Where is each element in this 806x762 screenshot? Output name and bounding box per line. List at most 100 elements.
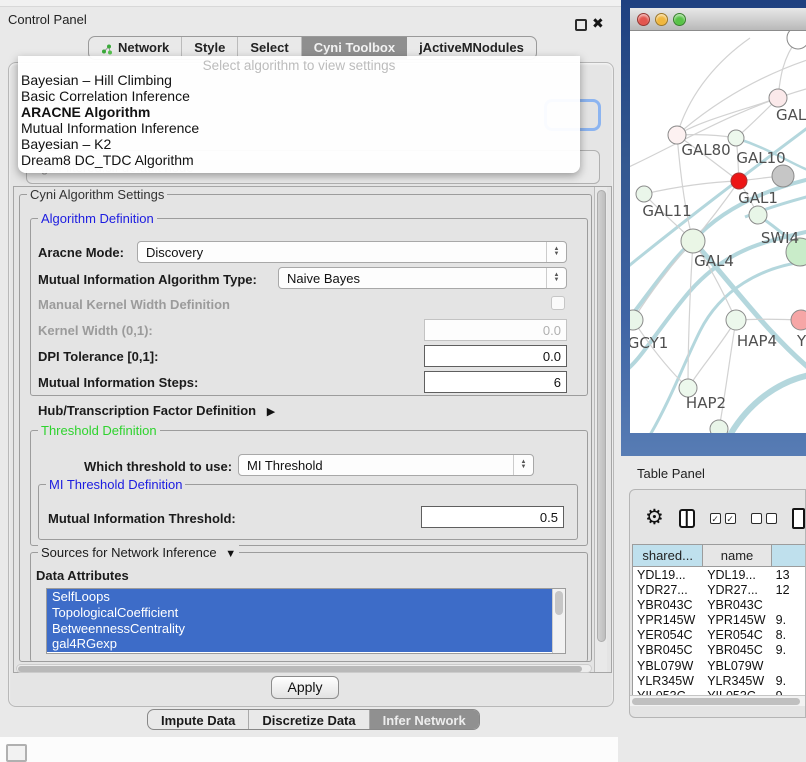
network-node-hap4[interactable]: [726, 310, 746, 330]
bottom-tab-impute-data[interactable]: Impute Data: [148, 710, 249, 729]
sources-title-text: Sources for Network Inference: [41, 545, 217, 560]
mi-type-combo[interactable]: Naive Bayes ▲▼: [278, 267, 567, 289]
document-icon[interactable]: [792, 508, 805, 529]
table-cell: YBR043C: [633, 597, 703, 612]
column-header[interactable]: shared...: [633, 545, 703, 566]
column-header[interactable]: name: [703, 545, 772, 566]
dpi-tolerance-label: DPI Tolerance [0,1]:: [38, 349, 158, 364]
algorithm-option[interactable]: Bayesian – Hill Climbing: [18, 72, 580, 88]
stepper-icon: ▲▼: [546, 268, 566, 288]
node-label: HAP4: [737, 332, 777, 350]
top-divider-strip: [0, 0, 621, 7]
table-row[interactable]: YBR043CYBR043C: [633, 597, 806, 612]
table-row[interactable]: YER054CYER054C8.: [633, 628, 806, 643]
stepper-icon: ▲▼: [513, 455, 533, 475]
node-label: GAL4: [694, 252, 734, 270]
table-cell: YBR045C: [703, 643, 771, 658]
table-row[interactable]: YLR345WYLR345W9.: [633, 673, 806, 688]
aracne-mode-combo[interactable]: Discovery ▲▼: [137, 241, 567, 263]
hub-definition-toggle[interactable]: Hub/Transcription Factor Definition ▶: [38, 403, 275, 418]
which-threshold-combo[interactable]: MI Threshold ▲▼: [238, 454, 534, 476]
settings-gear-icon[interactable]: ⚙: [645, 508, 664, 528]
network-node-gal4[interactable]: [681, 229, 705, 253]
network-node-gal11[interactable]: [636, 186, 652, 202]
table-cell: YLR345W: [633, 673, 703, 688]
data-attributes-list[interactable]: SelfLoopsTopologicalCoefficientBetweenne…: [46, 588, 566, 654]
column-header[interactable]: [772, 545, 806, 566]
algorithm-dropdown-placeholder: Select algorithm to view settings: [18, 56, 580, 72]
window-grip-icon[interactable]: [6, 744, 27, 762]
table-cell: YBL079W: [633, 658, 703, 673]
sources-group-title[interactable]: Sources for Network Inference ▼: [38, 545, 239, 560]
algorithm-option[interactable]: Dream8 DC_TDC Algorithm: [18, 152, 580, 168]
manual-kernel-checkbox[interactable]: [551, 296, 565, 310]
table-row[interactable]: YPR145WYPR145W9.: [633, 613, 806, 628]
network-node[interactable]: [772, 165, 794, 187]
node-label: GCY1: [630, 334, 668, 352]
network-window-titlebar[interactable]: [630, 8, 806, 31]
network-node-gal1[interactable]: [731, 173, 747, 189]
node-label: GAL1: [738, 189, 778, 207]
attribute-item[interactable]: gal4RGexp: [47, 636, 552, 652]
network-node-swi4[interactable]: [749, 206, 767, 224]
attribute-item[interactable]: TopologicalCoefficient: [47, 605, 552, 621]
table-cell: 12: [772, 582, 806, 597]
attribute-item[interactable]: SelfLoops: [47, 589, 552, 605]
data-attributes-label: Data Attributes: [36, 568, 129, 583]
network-node[interactable]: [787, 31, 806, 49]
network-node-gcy1[interactable]: [630, 310, 643, 330]
which-threshold-label: Which threshold to use:: [84, 459, 232, 474]
apply-button[interactable]: Apply: [271, 676, 339, 699]
network-canvas[interactable]: GALGAL80GAL10GAL1GAL11SWI4GAL4GCY1HAP4YH…: [630, 31, 806, 433]
bottom-tab-infer-network[interactable]: Infer Network: [370, 710, 479, 729]
settings-horizontal-scrollbar[interactable]: [16, 664, 592, 673]
network-node-labels: GALGAL80GAL10GAL1GAL11SWI4GAL4GCY1HAP4YH…: [630, 106, 806, 412]
network-node[interactable]: [710, 420, 728, 433]
mac-zoom-icon[interactable]: [673, 13, 686, 26]
table-horizontal-scrollbar[interactable]: [630, 695, 806, 706]
algorithm-dropdown-popup: Select algorithm to view settings Bayesi…: [18, 56, 580, 173]
unchecked-pair-icon[interactable]: [751, 513, 777, 524]
network-node-y[interactable]: [791, 310, 806, 330]
cyni-bottom-tabs: Impute DataDiscretize DataInfer Network: [147, 709, 480, 730]
algorithm-option[interactable]: Mutual Information Inference: [18, 120, 580, 136]
bottom-tab-discretize-data[interactable]: Discretize Data: [249, 710, 369, 729]
attribute-item[interactable]: BetweennessCentrality: [47, 621, 552, 637]
checked-pair-icon[interactable]: ✓✓: [710, 513, 736, 524]
table-cell: YPR145W: [633, 613, 703, 628]
algorithm-option[interactable]: Basic Correlation Inference: [18, 88, 580, 104]
table-cell: YDR27...: [703, 582, 771, 597]
split-columns-icon[interactable]: [679, 509, 695, 528]
table-cell: YDL19...: [703, 567, 771, 582]
attributes-scrollbar[interactable]: [552, 589, 565, 653]
table-cell: 8.: [772, 628, 806, 643]
node-attribute-table[interactable]: shared...nameYDL19...YDL19...13YDR27...Y…: [632, 544, 806, 697]
table-row[interactable]: YBR045CYBR045C9.: [633, 643, 806, 658]
table-row[interactable]: YBL079WYBL079W: [633, 658, 806, 673]
table-cell: YBR043C: [703, 597, 771, 612]
mi-type-label: Mutual Information Algorithm Type:: [38, 272, 257, 287]
algorithm-option[interactable]: ARACNE Algorithm: [18, 104, 580, 120]
mac-close-icon[interactable]: [637, 13, 650, 26]
network-view-window: GALGAL80GAL10GAL1GAL11SWI4GAL4GCY1HAP4YH…: [621, 0, 806, 456]
mac-minimize-icon[interactable]: [655, 13, 668, 26]
algorithm-option[interactable]: Bayesian – K2: [18, 136, 580, 152]
close-icon[interactable]: ✖: [592, 15, 604, 32]
mi-threshold-label: Mutual Information Threshold:: [48, 511, 236, 526]
aracne-mode-value: Discovery: [146, 245, 203, 260]
network-node-gal[interactable]: [769, 89, 787, 107]
table-row[interactable]: YDR27...YDR27...12: [633, 582, 806, 597]
table-row[interactable]: YDL19...YDL19...13: [633, 567, 806, 582]
kernel-width-input[interactable]: 0.0: [424, 319, 567, 341]
dpi-tolerance-input[interactable]: 0.0: [424, 345, 567, 367]
aracne-mode-label: Aracne Mode:: [38, 245, 124, 260]
mi-steps-input[interactable]: 6: [424, 371, 567, 393]
table-cell: YBL079W: [703, 658, 771, 673]
mi-threshold-input[interactable]: 0.5: [421, 506, 564, 528]
table-cell: 9.: [772, 673, 806, 688]
float-window-icon[interactable]: [575, 19, 587, 31]
node-label: HAP2: [686, 394, 726, 412]
control-panel-titlebar: Control Panel ✖: [0, 7, 621, 32]
settings-vertical-scrollbar[interactable]: [594, 187, 607, 672]
table-cell: YER054C: [633, 628, 703, 643]
